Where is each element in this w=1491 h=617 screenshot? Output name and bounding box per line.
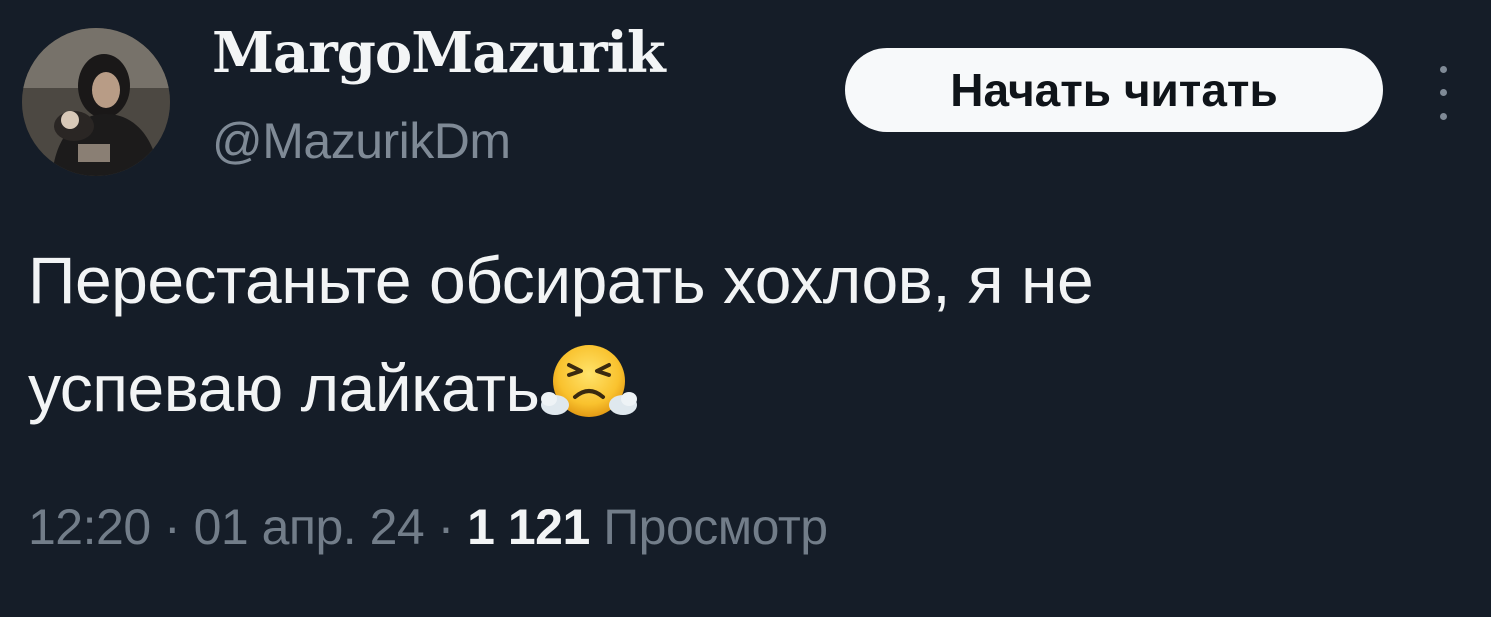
author-handle[interactable]: @MazurikDm <box>212 112 511 170</box>
more-options-icon[interactable] <box>1428 58 1458 128</box>
tweet-text-line-1: Перестаньте обсирать хохлов, я не <box>28 243 1094 317</box>
tweet-text-line-2-text: успеваю лайкать <box>28 351 540 425</box>
follow-button[interactable]: Начать читать <box>845 48 1383 132</box>
views-count: 1 121 <box>467 499 590 555</box>
more-dot <box>1439 66 1447 74</box>
avatar[interactable] <box>22 28 170 176</box>
tweet-meta: 12:20 · 01 апр. 24 · 1 121 Просмотр <box>28 498 828 556</box>
tweet-text-line-2: успеваю лайкать <box>28 334 1468 442</box>
meta-separator: · <box>164 499 181 555</box>
author-display-name[interactable]: MargoMazurik <box>212 20 666 86</box>
steaming-face-emoji-icon <box>541 343 638 421</box>
tweet-date[interactable]: 01 апр. 24 <box>194 499 425 555</box>
meta-separator: · <box>437 499 455 555</box>
tweet-text: Перестаньте обсирать хохлов, я не успева… <box>28 226 1468 442</box>
more-dot <box>1439 89 1447 97</box>
avatar-photo-icon <box>22 28 170 176</box>
tweet-time[interactable]: 12:20 <box>28 499 151 555</box>
views-label: Просмотр <box>603 499 828 555</box>
tweet-card: MargoMazurik @MazurikDm Начать читать Пе… <box>0 0 1491 617</box>
more-dot <box>1439 112 1447 120</box>
